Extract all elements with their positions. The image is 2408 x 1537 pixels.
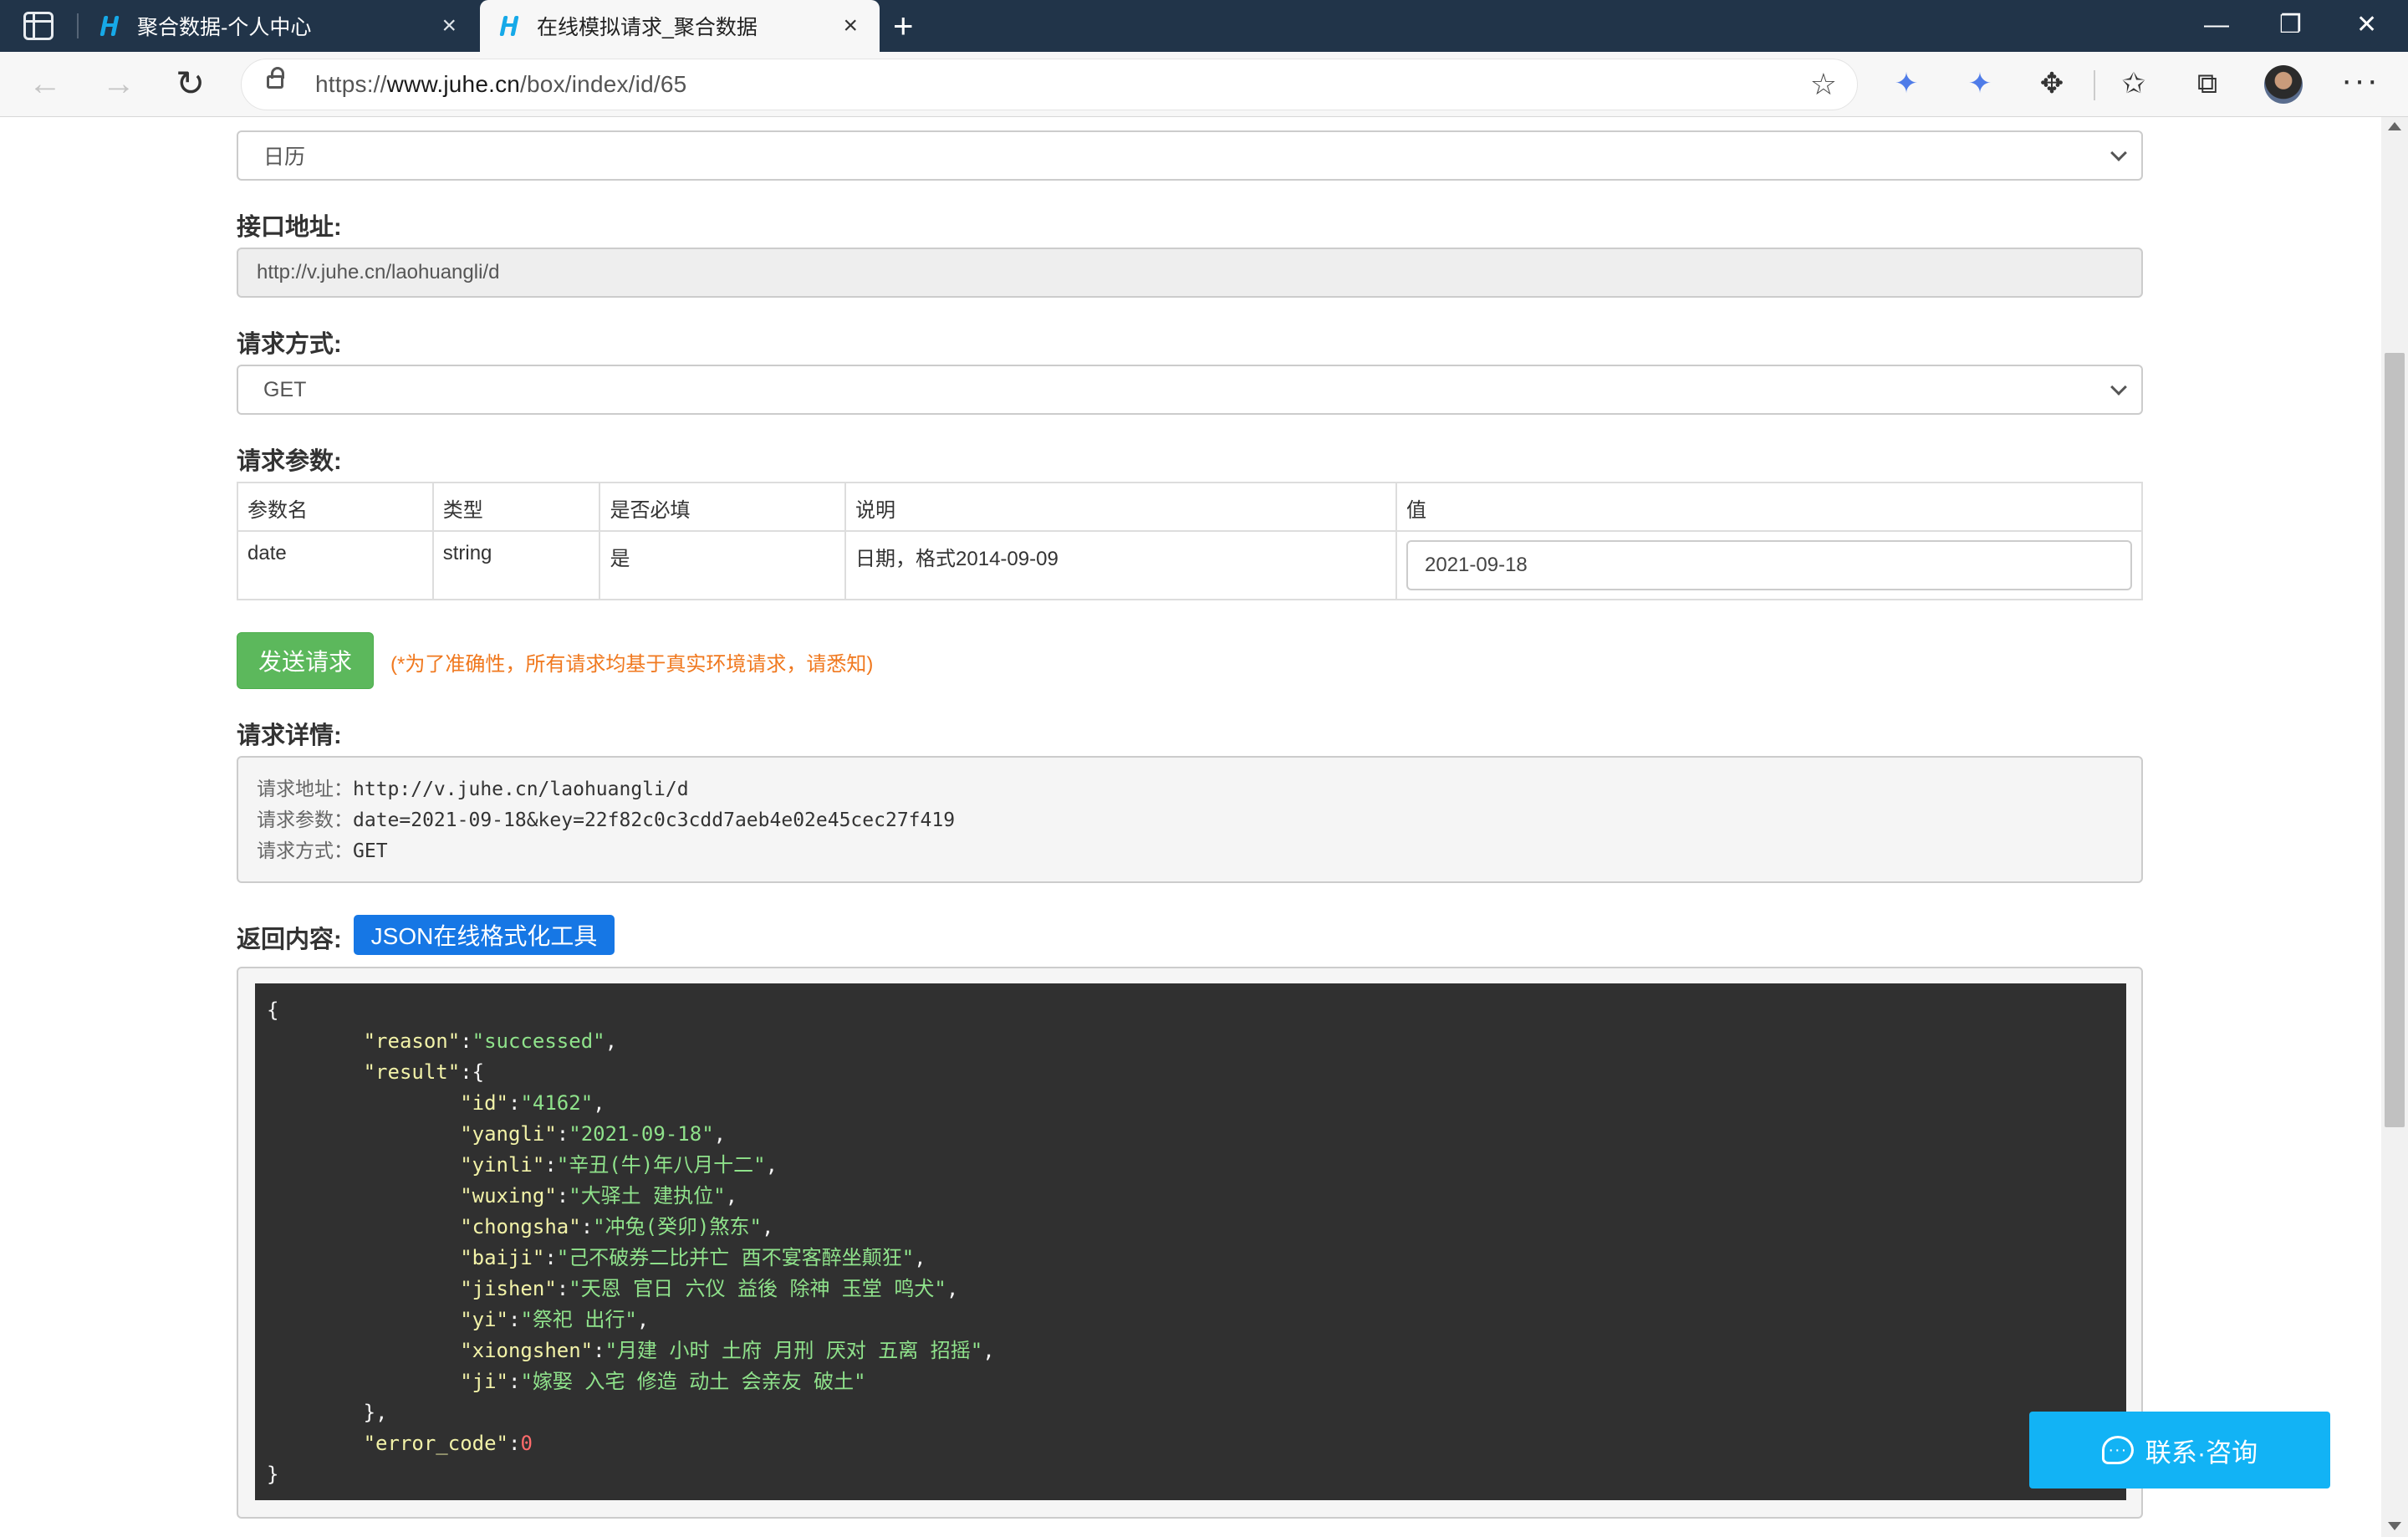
param-description: 日期，格式2014-09-09 (844, 530, 1397, 600)
more-menu-icon[interactable]: ··· (2341, 64, 2380, 97)
column-header: 参数名 (237, 482, 434, 532)
contact-consult-button[interactable]: ··· 联系·咨询 (2029, 1412, 2330, 1488)
param-name: date (237, 530, 434, 600)
date-value-input[interactable]: 2021-09-18 (1406, 540, 2132, 590)
collections-icon[interactable]: ⧉ (2191, 67, 2224, 100)
column-header: 说明 (844, 482, 1397, 532)
detail-method-line: 请求方式：GET (257, 836, 2123, 867)
extension-bird-icon[interactable]: ✦ (1963, 67, 1997, 100)
method-select-value: GET (263, 377, 307, 401)
extension-bird-icon[interactable]: ✦ (1890, 67, 1923, 100)
tab-personal-center[interactable]: 聚合数据-个人中心 × (80, 0, 478, 52)
column-header: 值 (1395, 482, 2143, 532)
request-details-label: 请求详情: (237, 723, 342, 749)
method-label: 请求方式: (237, 331, 342, 358)
juhe-logo-icon (498, 15, 520, 37)
window-close-icon[interactable]: ✕ (2356, 10, 2377, 40)
chevron-down-icon (2110, 145, 2127, 161)
detail-key: 请求地址： (257, 779, 353, 800)
detail-value: http://v.juhe.cn/laohuangli/d (353, 779, 689, 800)
category-select-value: 日历 (263, 146, 306, 169)
scroll-up-arrow-icon[interactable] (2388, 122, 2401, 130)
page-viewport: 日历 接口地址: http://v.juhe.cn/laohuangli/d 请… (0, 117, 2381, 1537)
column-header: 类型 (431, 482, 601, 532)
column-header: 是否必填 (599, 482, 847, 532)
accuracy-notice: (*为了准确性，所有请求均基于真实环境请求，请悉知) (390, 653, 874, 676)
response-json-code: { "reason":"successed", "result":{ "id":… (255, 983, 2126, 1500)
date-value-text: 2021-09-18 (1425, 554, 1528, 576)
back-arrow-icon[interactable]: ← (28, 67, 62, 100)
detail-key: 请求方式： (257, 840, 353, 862)
endpoint-field: http://v.juhe.cn/laohuangli/d (237, 248, 2143, 298)
send-request-button[interactable]: 发送请求 (237, 632, 374, 689)
tab-divider (77, 13, 79, 38)
endpoint-value: http://v.juhe.cn/laohuangli/d (257, 261, 500, 283)
chat-bubble-icon: ··· (2101, 1436, 2134, 1464)
juhe-logo-icon (99, 15, 120, 37)
new-tab-icon[interactable]: + (893, 8, 914, 43)
category-select[interactable]: 日历 (237, 130, 2143, 181)
endpoint-label: 接口地址: (237, 214, 342, 241)
address-bar[interactable]: https://www.juhe.cn/box/index/id/65 ☆ (241, 59, 1858, 110)
scroll-down-arrow-icon[interactable] (2388, 1522, 2401, 1530)
browser-toolbar: ← → ↻ https://www.juhe.cn/box/index/id/6… (0, 52, 2408, 117)
close-icon[interactable]: × (843, 13, 858, 38)
restore-icon[interactable]: ❐ (2279, 10, 2302, 40)
page-scrollbar[interactable] (2381, 117, 2408, 1537)
chevron-down-icon (2110, 379, 2127, 396)
extensions-puzzle-icon[interactable]: ✥ (2035, 67, 2069, 100)
detail-params-line: 请求参数：date=2021-09-18&key=22f82c0c3cdd7ae… (257, 805, 2123, 836)
lock-icon[interactable] (267, 67, 284, 89)
params-table: 参数名 类型 是否必填 说明 值 date string 是 日期，格式2014… (237, 482, 2143, 600)
scrollbar-thumb[interactable] (2385, 353, 2405, 1127)
contact-button-label: 联系·咨询 (2145, 1437, 2258, 1468)
detail-value: date=2021-09-18&key=22f82c0c3cdd7aeb4e02… (353, 809, 956, 831)
json-formatter-button[interactable]: JSON在线格式化工具 (354, 915, 615, 955)
detail-key: 请求参数： (257, 809, 353, 831)
toolbar-divider (2094, 70, 2095, 100)
tab-online-request[interactable]: 在线模拟请求_聚合数据 × (480, 0, 880, 52)
detail-value: GET (353, 840, 388, 862)
param-value-cell: 2021-09-18 (1395, 530, 2143, 600)
table-header-row: 参数名 类型 是否必填 说明 值 (237, 482, 2143, 532)
tab-actions-icon[interactable] (23, 12, 54, 40)
detail-address-line: 请求地址：http://v.juhe.cn/laohuangli/d (257, 774, 2123, 805)
url-text[interactable]: https://www.juhe.cn/box/index/id/65 (315, 71, 686, 98)
params-label: 请求参数: (237, 448, 342, 475)
minimize-icon[interactable]: — (2204, 10, 2229, 40)
browser-titlebar: 聚合数据-个人中心 × 在线模拟请求_聚合数据 × + — ❐ ✕ (0, 0, 2408, 52)
profile-avatar[interactable] (2264, 65, 2303, 104)
refresh-icon[interactable]: ↻ (176, 66, 205, 101)
param-type: string (431, 530, 601, 600)
favorites-icon[interactable]: ✩ (2117, 67, 2150, 100)
table-row: date string 是 日期，格式2014-09-09 2021-09-18 (237, 530, 2143, 600)
add-favorite-icon[interactable]: ☆ (1810, 69, 1837, 100)
close-icon[interactable]: × (441, 13, 457, 38)
forward-arrow-icon[interactable]: → (102, 67, 135, 100)
request-details-box: 请求地址：http://v.juhe.cn/laohuangli/d 请求参数：… (237, 756, 2143, 883)
tab-title: 聚合数据-个人中心 (137, 16, 312, 39)
method-select[interactable]: GET (237, 365, 2143, 415)
response-box: { "reason":"successed", "result":{ "id":… (237, 967, 2143, 1519)
param-required: 是 (599, 530, 847, 600)
response-label: 返回内容: (237, 927, 342, 953)
tab-title: 在线模拟请求_聚合数据 (537, 16, 758, 39)
